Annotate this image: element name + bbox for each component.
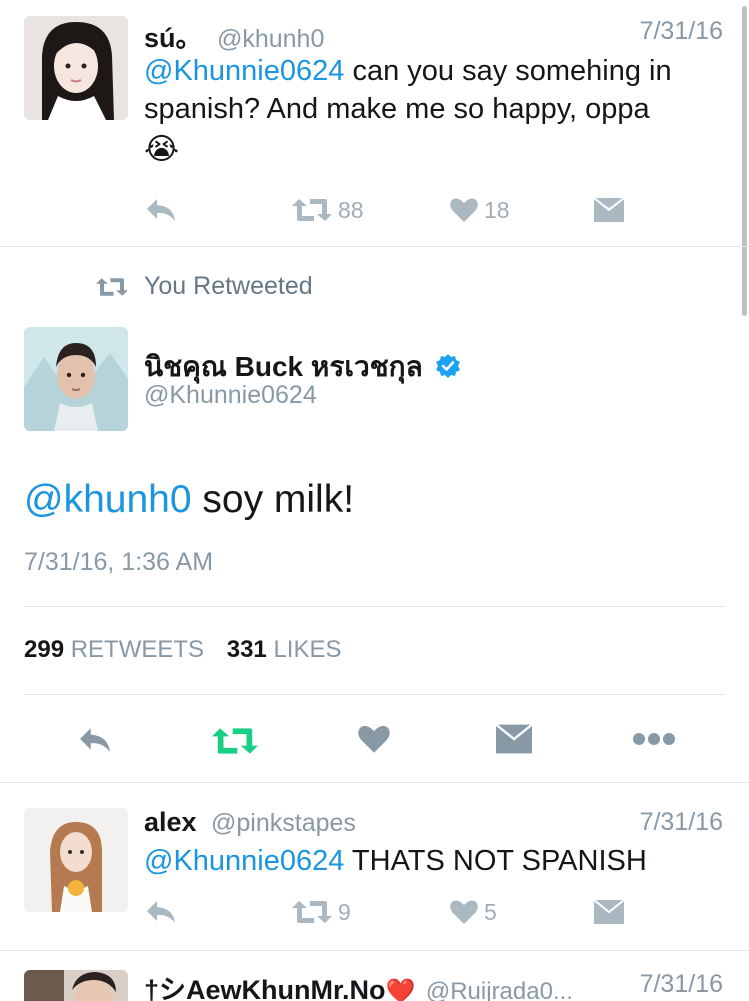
envelope-icon [495,723,533,754]
likes-label[interactable]: LIKES [273,636,341,663]
tweet-text: @khunh0 soy milk! [24,478,354,522]
reply-icon [147,199,175,221]
reply-button[interactable] [76,724,114,761]
tweet-actions: 9 5 [144,895,644,929]
like-button[interactable]: 18 [450,193,510,227]
verified-badge-icon [436,354,461,378]
user-handle[interactable]: @Khunnie0624 [144,381,317,410]
user-handle[interactable]: @pinkstapes [211,809,356,837]
tweet-date[interactable]: 7/31/16 [640,970,723,999]
retweet-icon [292,901,332,923]
like-button[interactable] [358,724,390,759]
retweet-button[interactable]: 88 [292,193,364,227]
reply-button[interactable] [144,193,178,227]
avatar[interactable] [24,808,128,912]
reply-icon [80,728,110,752]
retweets-label[interactable]: RETWEETS [71,636,204,663]
retweet-button[interactable] [212,726,258,761]
reply-icon [147,901,175,923]
mention-link[interactable]: @Khunnie0624 [144,55,344,87]
envelope-icon [594,198,624,222]
dm-button[interactable] [594,193,624,227]
user-name[interactable]: นิชคุณ Buck หรเวชกุล [144,351,423,382]
likes-count[interactable]: 331 [227,636,267,663]
dm-button[interactable] [495,723,533,759]
mention-link[interactable]: @Khunnie0624 [144,845,344,877]
tweet-timestamp: 7/31/16, 1:36 AM [24,548,214,576]
like-count: 5 [484,898,497,925]
scrollbar[interactable] [742,6,747,316]
tweet-actions: 88 18 [144,193,644,227]
more-dots-icon [633,733,675,745]
crying-emoji: 😭 [144,133,180,166]
retweet-icon [96,277,128,296]
tweet-stats: 299 RETWEETS 331 LIKES [24,636,358,664]
envelope-icon [594,900,624,924]
retweet-icon [212,728,258,754]
divider [0,246,749,247]
mention-link[interactable]: @khunh0 [24,478,192,521]
tweet-body: THATS NOT SPANISH [344,845,647,877]
divider [24,606,726,607]
tweet-date[interactable]: 7/31/16 [640,17,723,46]
tweet-body: soy milk! [191,478,355,521]
tweet-text: @Khunnie0624 can you say somehing in spa… [144,52,734,172]
timeline: sú。 @khunh0 7/31/16 @Khunnie0624 can you… [0,0,749,1001]
heart-icon [450,900,478,924]
like-button[interactable]: 5 [450,895,497,929]
divider [0,950,749,951]
heart-emoji: ❤️ [385,978,416,1001]
retweet-count: 88 [338,196,364,223]
retweet-banner: You Retweeted [96,272,313,301]
retweet-icon [292,199,332,221]
user-name[interactable]: sú。 [144,23,203,53]
reply-button[interactable] [144,895,178,929]
dm-button[interactable] [594,895,624,929]
retweet-banner-label: You Retweeted [144,272,313,300]
divider [0,782,749,783]
avatar[interactable] [24,327,128,431]
detail-actions [0,718,749,762]
user-handle[interactable]: @Ruijrada0... [426,978,573,1001]
avatar[interactable] [24,970,128,1001]
user-handle[interactable]: @khunh0 [217,25,324,53]
retweet-count: 9 [338,898,351,925]
avatar[interactable] [24,16,128,120]
more-button[interactable] [632,732,676,751]
heart-icon [450,198,478,222]
divider [24,694,726,695]
heart-icon [358,725,390,753]
user-name[interactable]: †シAewKhunMr.No [144,975,386,1001]
tweet-date[interactable]: 7/31/16 [640,808,723,837]
retweets-count[interactable]: 299 [24,636,64,663]
like-count: 18 [484,196,510,223]
tweet-text: @Khunnie0624 THATS NOT SPANISH [144,842,734,880]
retweet-button[interactable]: 9 [292,895,351,929]
user-name[interactable]: alex [144,807,197,837]
